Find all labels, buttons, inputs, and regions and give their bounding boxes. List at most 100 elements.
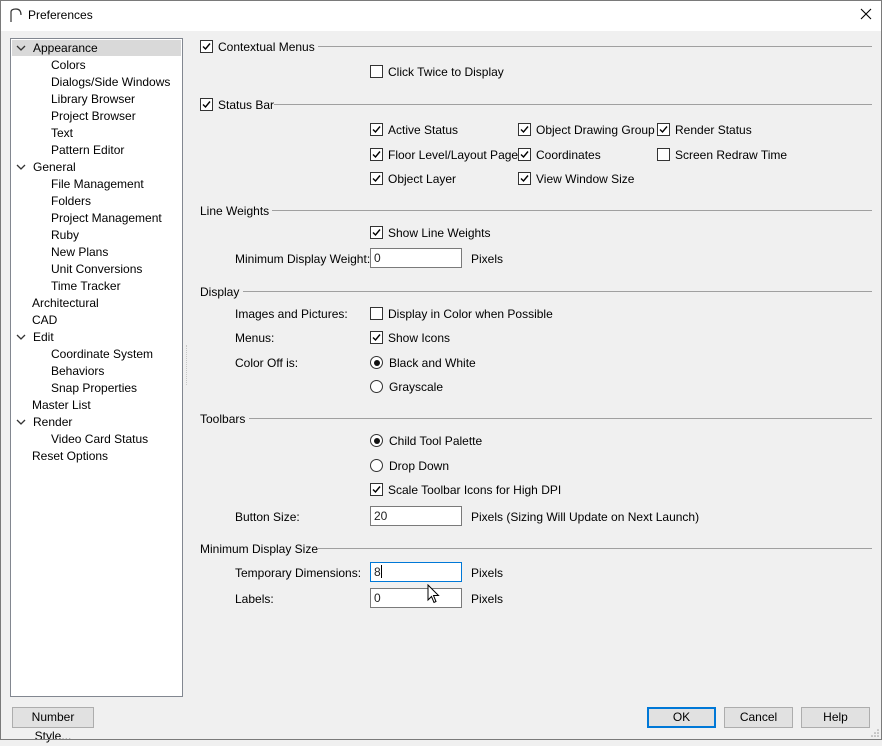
tree-item-unit-conversions[interactable]: Unit Conversions	[51, 261, 142, 277]
tree-item-label: Project Management	[51, 211, 162, 225]
scale-toolbar-icons-checkbox[interactable]	[370, 483, 383, 496]
check-icon	[372, 126, 381, 134]
tree-item-label: Dialogs/Side Windows	[51, 75, 171, 89]
active-status-label: Active Status	[388, 123, 459, 137]
tree-item-label: Colors	[51, 58, 86, 72]
tree-item-master-list[interactable]: Master List	[32, 397, 91, 413]
tree-item-label: Pattern Editor	[51, 143, 125, 157]
chevron-down-icon[interactable]	[16, 162, 26, 172]
app-logo-icon	[10, 8, 22, 22]
ok-button[interactable]: OK	[647, 707, 716, 728]
tree-item-architectural[interactable]: Architectural	[32, 295, 99, 311]
object-layer-label: Object Layer	[388, 172, 457, 186]
min-display-size-heading: Minimum Display Size	[200, 542, 319, 556]
coordinates-label: Coordinates	[536, 148, 601, 162]
object-drawing-group-checkbox[interactable]	[518, 123, 531, 136]
black-and-white-label: Black and White	[389, 356, 476, 370]
floor-level-checkbox[interactable]	[370, 148, 383, 161]
section-divider	[243, 291, 872, 292]
help-button[interactable]: Help	[801, 707, 870, 728]
tree-item-folders[interactable]: Folders	[51, 193, 91, 209]
tree-item-ruby[interactable]: Ruby	[51, 227, 79, 243]
active-status-checkbox[interactable]	[370, 123, 383, 136]
labels-unit: Pixels	[471, 592, 504, 606]
check-icon	[202, 101, 211, 109]
min-display-weight-unit: Pixels	[471, 252, 504, 266]
close-icon[interactable]	[858, 6, 874, 22]
min-display-weight-input[interactable]: 0	[370, 248, 462, 268]
display-in-color-checkbox[interactable]	[370, 307, 383, 320]
drop-down-radio[interactable]	[370, 459, 383, 472]
chevron-down-icon[interactable]	[16, 43, 26, 53]
contextual-menus-checkbox[interactable]	[200, 40, 213, 53]
tree-item-general[interactable]: General	[12, 159, 181, 175]
tree-item-appearance[interactable]: Appearance	[12, 40, 181, 56]
show-line-weights-checkbox[interactable]	[370, 226, 383, 239]
tree-item-colors[interactable]: Colors	[51, 57, 86, 73]
splitter-handle[interactable]	[186, 345, 189, 385]
tree-item-pattern-editor[interactable]: Pattern Editor	[51, 142, 124, 158]
object-drawing-group-label: Object Drawing Group	[536, 123, 655, 137]
tree-item-label: Text	[51, 126, 74, 140]
tree-item-label: Project Browser	[51, 109, 136, 123]
tree-item-coordinate-system[interactable]: Coordinate System	[51, 346, 153, 362]
tree-item-file-management[interactable]: File Management	[51, 176, 144, 192]
screen-redraw-checkbox[interactable]	[657, 148, 670, 161]
scale-toolbar-icons-label: Scale Toolbar Icons for High DPI	[388, 483, 562, 497]
menus-label: Menus:	[235, 331, 275, 345]
render-status-checkbox[interactable]	[657, 123, 670, 136]
tree-item-label: Architectural	[32, 296, 99, 310]
object-layer-checkbox[interactable]	[370, 172, 383, 185]
tree-item-label: Reset Options	[32, 449, 109, 463]
chevron-down-icon[interactable]	[16, 332, 26, 342]
drop-down-label: Drop Down	[389, 459, 450, 473]
check-icon	[520, 126, 529, 134]
images-pictures-label: Images and Pictures:	[235, 307, 348, 321]
title-bar: Preferences	[0, 0, 882, 31]
tree-item-edit[interactable]: Edit	[12, 329, 181, 345]
temporary-dimensions-input[interactable]: 8	[370, 562, 462, 582]
tree-item-label: New Plans	[51, 245, 109, 259]
view-window-size-checkbox[interactable]	[518, 172, 531, 185]
tree-item-library-browser[interactable]: Library Browser	[51, 91, 135, 107]
tree-item-time-tracker[interactable]: Time Tracker	[51, 278, 121, 294]
black-and-white-radio[interactable]	[370, 356, 383, 369]
chevron-down-icon[interactable]	[16, 417, 26, 427]
tree-item-video-card-status[interactable]: Video Card Status	[51, 431, 148, 447]
child-tool-palette-radio[interactable]	[370, 434, 383, 447]
tree-item-render[interactable]: Render	[12, 414, 181, 430]
temporary-dimensions-unit: Pixels	[471, 566, 504, 580]
tree-item-project-browser[interactable]: Project Browser	[51, 108, 136, 124]
tree-item-cad[interactable]: CAD	[32, 312, 57, 328]
coordinates-checkbox[interactable]	[518, 148, 531, 161]
window-title: Preferences	[28, 8, 93, 22]
tree-item-dialogs[interactable]: Dialogs/Side Windows	[51, 74, 170, 90]
section-divider	[274, 104, 872, 105]
status-bar-checkbox[interactable]	[200, 98, 213, 111]
check-icon	[372, 151, 381, 159]
number-style-button[interactable]: Number Style...	[12, 707, 94, 743]
button-size-unit: Pixels (Sizing Will Update on Next Launc…	[471, 510, 700, 524]
check-icon	[372, 229, 381, 237]
check-icon	[372, 175, 381, 183]
check-icon	[372, 486, 381, 494]
cancel-button[interactable]: Cancel	[724, 707, 793, 728]
category-tree[interactable]: Appearance Colors Dialogs/Side Windows L…	[10, 38, 183, 697]
tree-item-snap-properties[interactable]: Snap Properties	[51, 380, 137, 396]
tree-item-project-management[interactable]: Project Management	[51, 210, 162, 226]
display-in-color-label: Display in Color when Possible	[388, 307, 553, 321]
resize-grip-icon[interactable]	[870, 728, 880, 738]
grayscale-radio[interactable]	[370, 380, 383, 393]
tree-item-label: Master List	[32, 398, 91, 412]
tree-item-new-plans[interactable]: New Plans	[51, 244, 108, 260]
grayscale-label: Grayscale	[389, 380, 444, 394]
button-size-input[interactable]: 20	[370, 506, 462, 526]
section-divider	[318, 548, 872, 549]
labels-input[interactable]: 0	[370, 588, 462, 608]
show-icons-checkbox[interactable]	[370, 331, 383, 344]
tree-item-behaviors[interactable]: Behaviors	[51, 363, 104, 379]
tree-item-reset-options[interactable]: Reset Options	[32, 448, 108, 464]
check-icon	[520, 151, 529, 159]
click-twice-checkbox[interactable]	[370, 65, 383, 78]
tree-item-text[interactable]: Text	[51, 125, 73, 141]
